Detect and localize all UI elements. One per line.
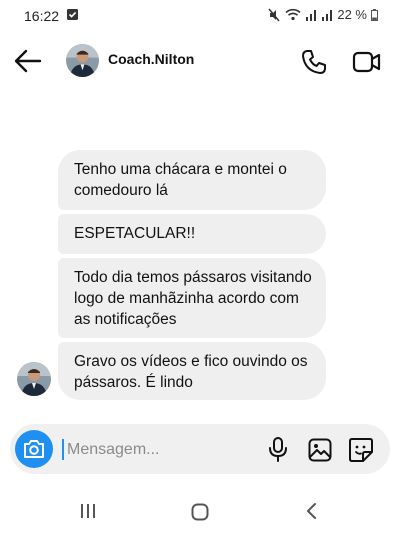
sender-avatar[interactable]: [17, 362, 51, 396]
battery-icon: [371, 8, 378, 21]
signal-icon: [322, 9, 333, 21]
back-arrow-icon[interactable]: [14, 48, 42, 74]
status-icons: 22 %: [267, 7, 378, 22]
battery-level: 22 %: [337, 7, 367, 22]
message-list: Tenho uma chácara e montei o comedouro l…: [58, 150, 328, 404]
notification-check-icon: [67, 9, 78, 20]
chat-header: Coach.Nilton: [0, 36, 400, 86]
text-cursor: [62, 439, 64, 460]
video-camera-icon[interactable]: [352, 49, 382, 75]
message-bubble[interactable]: Tenho uma chácara e montei o comedouro l…: [58, 150, 326, 210]
signal-icon: [306, 9, 317, 21]
status-time: 16:22: [24, 8, 60, 24]
contact-name[interactable]: Coach.Nilton: [108, 51, 194, 67]
microphone-icon[interactable]: [268, 437, 288, 463]
camera-icon: [24, 440, 44, 458]
camera-button[interactable]: [15, 430, 53, 468]
home-icon[interactable]: [191, 503, 209, 521]
message-bubble[interactable]: ESPETACULAR!!: [58, 214, 326, 254]
message-input[interactable]: [65, 436, 249, 464]
mute-icon: [268, 8, 280, 21]
navigation-bar: [0, 494, 400, 534]
message-composer: [10, 424, 390, 474]
recents-icon[interactable]: [80, 503, 96, 519]
sticker-icon[interactable]: [348, 437, 374, 463]
avatar[interactable]: [66, 44, 99, 77]
wifi-icon: [285, 8, 301, 21]
message-bubble[interactable]: Todo dia temos pássaros visitando logo d…: [58, 258, 326, 338]
gallery-icon[interactable]: [308, 438, 332, 462]
status-bar: 16:22 22 %: [0, 0, 400, 32]
back-icon[interactable]: [305, 502, 317, 520]
phone-icon[interactable]: [300, 48, 328, 76]
message-bubble[interactable]: Gravo os vídeos e fico ouvindo os pássar…: [58, 342, 326, 400]
